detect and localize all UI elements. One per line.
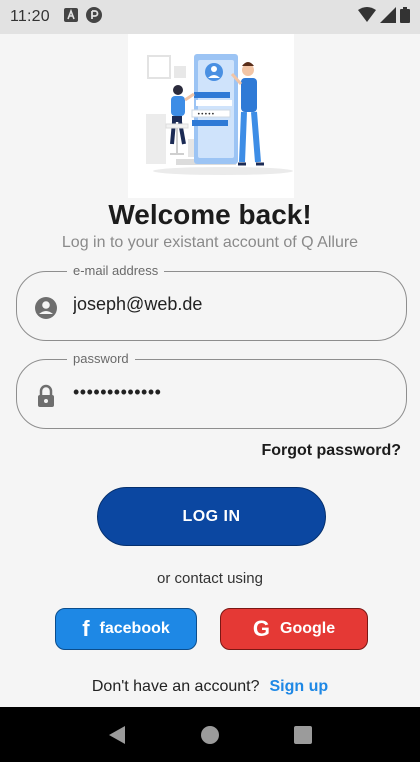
account-circle-icon [34,296,58,320]
home-icon[interactable] [195,720,225,750]
recents-icon[interactable] [288,720,318,750]
signal-icon [380,6,396,28]
signup-question: Don't have an account? [91,678,260,695]
email-input[interactable] [73,294,386,315]
back-icon[interactable] [102,720,132,750]
facebook-icon: f [82,616,90,641]
email-label: e-mail address [67,263,165,279]
facebook-button[interactable]: f facebook [55,608,197,650]
lock-icon [34,384,58,408]
google-icon: G [252,616,270,641]
email-field[interactable]: e-mail address [16,263,407,341]
contact-text: or contact using [157,570,263,587]
status-bar: 11:20 [0,0,420,34]
wifi-icon [358,6,376,28]
google-button[interactable]: G Google [220,608,368,650]
welcome-subtitle: Log in to your existant account of Q All… [61,234,359,251]
login-illustration: ••••• [128,34,294,198]
facebook-label: facebook [99,620,170,637]
svg-text:•••••: ••••• [197,111,215,118]
google-label: Google [280,620,336,637]
welcome-title: Welcome back! [108,199,312,230]
signup-link[interactable]: Sign up [269,678,328,696]
app-status-icon [85,6,102,28]
status-left-icons [63,6,102,28]
status-time: 11:20 [10,8,50,25]
navigation-bar [0,707,420,762]
login-button[interactable]: LOG IN [97,487,326,546]
forgot-password-link[interactable]: Forgot password? [261,442,401,460]
battery-icon [400,6,410,28]
status-right-icons [358,6,410,28]
signup-row: Don't have an account? Sign up [0,678,420,696]
password-label: password [67,351,135,367]
password-input[interactable]: ••••••••••••• [73,382,386,403]
a-badge-icon [63,7,78,27]
password-field[interactable]: password ••••••••••••• [16,351,407,429]
